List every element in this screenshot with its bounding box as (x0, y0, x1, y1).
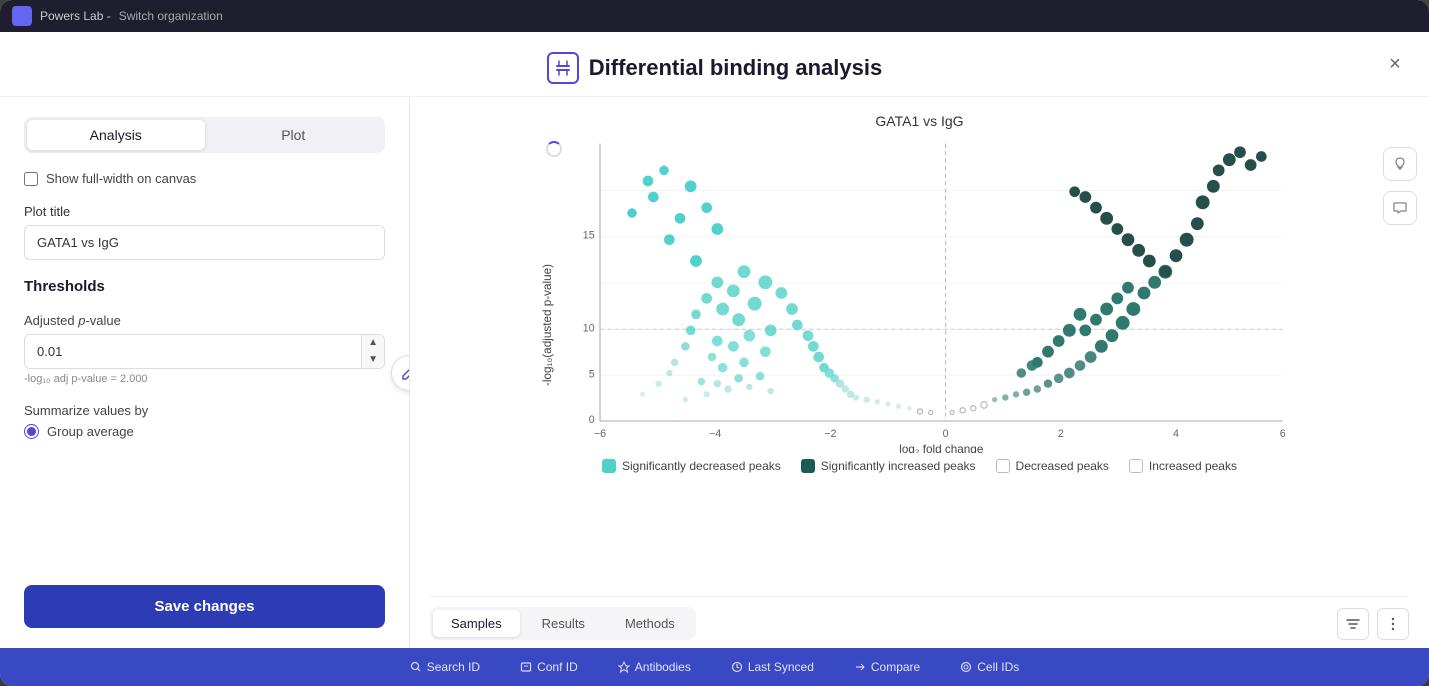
pvalue-label: Adjusted p-value (24, 313, 385, 328)
bottom-tabs: Samples Results Methods (430, 607, 696, 640)
strip-search-id: Search ID (410, 660, 480, 674)
legend-label-sig-decreased: Significantly decreased peaks (622, 459, 781, 473)
stepper-up[interactable]: ▲ (362, 335, 384, 352)
modal-title-text: Differential binding analysis (589, 55, 882, 81)
svg-text:−2: −2 (824, 428, 836, 440)
svg-text:6: 6 (1279, 428, 1285, 440)
plot-title-label: Plot title (24, 204, 385, 219)
legend-label-increased: Increased peaks (1149, 459, 1237, 473)
close-button[interactable]: × (1381, 50, 1409, 78)
svg-text:−4: −4 (709, 428, 721, 440)
svg-text:5: 5 (588, 368, 594, 380)
group-average-radio-row: Group average (24, 424, 385, 439)
legend-swatch-decreased (996, 459, 1010, 473)
chart-area: GATA1 vs IgG 0 (430, 113, 1409, 590)
pvalue-input[interactable] (25, 335, 361, 368)
chart-legend: Significantly decreased peaks Significan… (602, 459, 1237, 473)
volcano-chart: 0 5 10 15 −6 −4 −2 0 2 4 6 (530, 133, 1310, 453)
legend-increased: Increased peaks (1129, 459, 1237, 473)
tab-analysis[interactable]: Analysis (27, 120, 205, 150)
org-name: Powers Lab - (40, 9, 111, 23)
svg-text:0: 0 (942, 428, 948, 440)
strip-antibodies: Antibodies (618, 660, 691, 674)
tab-methods[interactable]: Methods (607, 610, 693, 637)
edit-fab-button[interactable] (391, 355, 410, 391)
plot-title-input[interactable] (24, 225, 385, 260)
chart-wrap: 0 5 10 15 −6 −4 −2 0 2 4 6 (530, 133, 1310, 453)
topbar: Powers Lab - Switch organization (0, 0, 1429, 32)
bottom-section: Samples Results Methods (430, 596, 1409, 648)
modal-title: Differential binding analysis (547, 52, 882, 84)
app-logo (12, 6, 32, 26)
stepper-down[interactable]: ▼ (362, 352, 384, 369)
svg-text:-log₁₀(adjusted p-value): -log₁₀(adjusted p-value) (540, 264, 553, 386)
save-changes-button[interactable]: Save changes (24, 585, 385, 628)
svg-text:−6: −6 (593, 428, 605, 440)
thresholds-title: Thresholds (24, 278, 385, 295)
bottom-actions (1337, 608, 1409, 640)
strip-compare: Compare (854, 660, 920, 674)
legend-swatch-sig-decreased (602, 459, 616, 473)
strip-last-synced: Last Synced (731, 660, 814, 674)
legend-sig-increased: Significantly increased peaks (801, 459, 976, 473)
legend-swatch-increased (1129, 459, 1143, 473)
svg-text:15: 15 (582, 230, 594, 242)
stepper-buttons: ▲ ▼ (361, 335, 384, 368)
switch-org-link[interactable]: Switch organization (119, 9, 223, 23)
svg-text:0: 0 (588, 414, 594, 426)
legend-sig-decreased: Significantly decreased peaks (602, 459, 781, 473)
legend-label-decreased: Decreased peaks (1016, 459, 1109, 473)
tab-samples[interactable]: Samples (433, 610, 520, 637)
tab-group: Analysis Plot (24, 117, 385, 153)
strip-conf-id: Conf ID (520, 660, 578, 674)
right-panel: GATA1 vs IgG 0 (410, 97, 1429, 648)
group-average-radio[interactable] (24, 424, 39, 439)
pvalue-hint: -log₁₀ adj p-value = 2.000 (24, 373, 385, 385)
analysis-icon (547, 52, 579, 84)
svg-text:4: 4 (1173, 428, 1179, 440)
loading-spinner (546, 141, 562, 157)
pvalue-field: Adjusted p-value ▲ ▼ -log₁₀ adj p-value … (24, 313, 385, 385)
left-panel: Analysis Plot Show full-width on canvas … (0, 97, 410, 648)
more-options-button[interactable] (1377, 608, 1409, 640)
legend-decreased: Decreased peaks (996, 459, 1109, 473)
filter-button[interactable] (1337, 608, 1369, 640)
summarize-label: Summarize values by (24, 403, 385, 418)
pvalue-input-wrap: ▲ ▼ (24, 334, 385, 369)
fullwidth-label: Show full-width on canvas (46, 171, 196, 186)
plot-title-field: Plot title (24, 204, 385, 260)
bottom-strip: Search ID Conf ID Antibodies Last Synced… (0, 648, 1429, 686)
fullwidth-checkbox-row: Show full-width on canvas (24, 171, 385, 186)
group-average-label: Group average (47, 424, 134, 439)
tab-plot[interactable]: Plot (205, 120, 383, 150)
svg-text:2: 2 (1057, 428, 1063, 440)
modal-body: Analysis Plot Show full-width on canvas … (0, 97, 1429, 648)
thresholds-section: Thresholds (24, 278, 385, 295)
summarize-section: Summarize values by Group average (24, 403, 385, 439)
modal-header: Differential binding analysis × (0, 32, 1429, 97)
fullwidth-checkbox[interactable] (24, 172, 38, 186)
chart-title: GATA1 vs IgG (875, 113, 963, 129)
legend-label-sig-increased: Significantly increased peaks (821, 459, 976, 473)
legend-swatch-sig-increased (801, 459, 815, 473)
strip-cell-ids: Cell IDs (960, 660, 1019, 674)
svg-text:10: 10 (582, 322, 594, 334)
svg-text:log₂ fold change: log₂ fold change (899, 443, 983, 453)
tab-results[interactable]: Results (524, 610, 603, 637)
